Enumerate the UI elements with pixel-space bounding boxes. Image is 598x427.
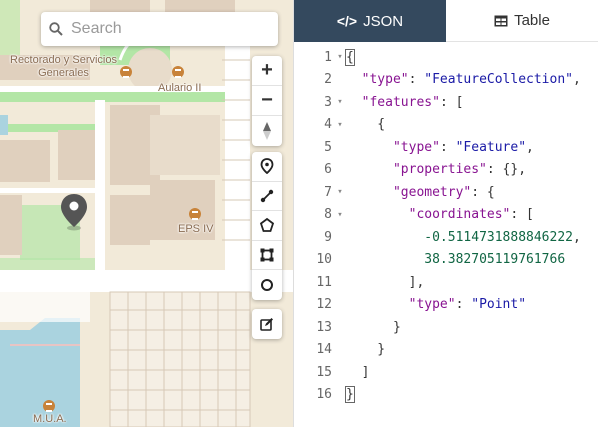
code-line: 15 ]: [294, 361, 598, 384]
line-number: 10: [316, 252, 332, 268]
line-number: 14: [316, 342, 332, 358]
code-text: "type": "Point": [408, 297, 527, 313]
code-text: "properties": {},: [392, 162, 527, 178]
rectangle-icon: [260, 248, 274, 262]
search-icon: [41, 12, 71, 46]
code-line: 7 ▾ "geometry": {: [294, 181, 598, 204]
edit-icon: [260, 318, 273, 331]
code-text: ]: [346, 364, 370, 380]
zoom-out-button[interactable]: −: [252, 86, 282, 116]
side-panel: </> JSON Table 1 ▾ { 2 "type": "FeatureCo…: [293, 0, 598, 427]
tab-table[interactable]: Table: [446, 0, 598, 42]
line-number: 8: [324, 207, 332, 223]
code-line: 3 ▾ "features": [: [294, 91, 598, 114]
polygon-icon: [259, 218, 275, 233]
code-line: 12 "type": "Point": [294, 294, 598, 317]
code-text: "coordinates": [: [408, 207, 534, 223]
code-line: 6 "properties": {},: [294, 159, 598, 182]
line-number: 1: [324, 49, 332, 65]
line-number: 9: [324, 229, 332, 245]
draw-toolbar: [252, 152, 282, 300]
panel-tabs: </> JSON Table: [294, 0, 598, 42]
map-marker-icon: [260, 158, 274, 175]
code-text: }: [346, 319, 401, 335]
code-text: ],: [346, 274, 425, 290]
poi-icon-mua: [43, 400, 55, 412]
fold-toggle-icon[interactable]: ▾: [334, 120, 346, 130]
edit-layers-button[interactable]: [252, 309, 282, 339]
map-label-eps: EPS IV: [178, 223, 214, 235]
fold-toggle-icon[interactable]: ▾: [334, 210, 346, 220]
code-line: 16 }: [294, 384, 598, 407]
fold-toggle-icon[interactable]: ▾: [334, 52, 346, 62]
code-line: 8 ▾ "coordinates": [: [294, 204, 598, 227]
code-text: {: [345, 48, 355, 66]
code-text: "type": "Feature",: [392, 139, 534, 155]
line-number: 13: [316, 319, 332, 335]
map-view[interactable]: Rectorado y Servicios Generales Aulario …: [0, 0, 293, 427]
code-line: 14 }: [294, 339, 598, 362]
map-label-mua: M.U.A.: [33, 413, 67, 425]
point-marker[interactable]: [60, 193, 88, 231]
code-text: "features": [: [361, 94, 464, 110]
code-line: 5 "type": "Feature",: [294, 136, 598, 159]
line-icon: [260, 189, 274, 203]
code-text: }: [345, 386, 355, 404]
zoom-controls: + −: [252, 56, 282, 146]
draw-line-button[interactable]: [252, 182, 282, 212]
line-number: 7: [324, 184, 332, 200]
compass-icon: [263, 122, 271, 140]
code-text: "geometry": {: [392, 184, 495, 200]
code-line: 13 }: [294, 316, 598, 339]
map-marker-icon: [61, 194, 87, 231]
line-number: 15: [316, 364, 332, 380]
line-number: 3: [324, 94, 332, 110]
tab-json-label: JSON: [363, 12, 404, 30]
tab-table-label: Table: [514, 12, 550, 29]
code-text: {: [346, 117, 386, 133]
compass-button[interactable]: [252, 116, 282, 146]
line-number: 5: [324, 139, 332, 155]
map-label-rectorado: Rectorado y Servicios Generales: [10, 54, 117, 79]
code-text: 38.382705119761766: [424, 252, 566, 268]
draw-polygon-button[interactable]: [252, 211, 282, 241]
table-icon: [494, 15, 508, 26]
circle-icon: [261, 279, 273, 292]
poi-icon-rectorado: [120, 66, 132, 78]
fold-toggle-icon[interactable]: ▾: [334, 97, 346, 107]
code-line: 2 "type": "FeatureCollection",: [294, 69, 598, 92]
poi-icon-aulario: [172, 66, 184, 78]
line-number: 4: [324, 117, 332, 133]
code-line: 1 ▾ {: [294, 46, 598, 69]
tab-json[interactable]: </> JSON: [294, 0, 446, 42]
code-icon: </>: [336, 13, 358, 29]
code-text: }: [346, 342, 386, 358]
zoom-in-button[interactable]: +: [252, 56, 282, 86]
search-box[interactable]: [41, 12, 278, 46]
line-number: 12: [316, 297, 332, 313]
draw-rectangle-button[interactable]: [252, 241, 282, 271]
code-line: 11 ],: [294, 271, 598, 294]
line-number: 16: [316, 387, 332, 403]
json-editor[interactable]: 1 ▾ { 2 "type": "FeatureCollection", 3 ▾ "…: [294, 42, 598, 427]
code-line: 4 ▾ {: [294, 114, 598, 137]
search-input[interactable]: [71, 20, 261, 38]
map-label-aulario: Aulario II: [158, 82, 202, 94]
line-number: 11: [316, 274, 332, 290]
code-line: 9 -0.5114731888846222,: [294, 226, 598, 249]
code-line: 10 38.382705119761766: [294, 249, 598, 272]
code-text: "type": "FeatureCollection",: [361, 72, 581, 88]
draw-circle-button[interactable]: [252, 270, 282, 300]
fold-toggle-icon[interactable]: ▾: [334, 187, 346, 197]
line-number: 2: [324, 72, 332, 88]
code-text: -0.5114731888846222,: [424, 229, 581, 245]
line-number: 6: [324, 162, 332, 178]
draw-point-button[interactable]: [252, 152, 282, 182]
poi-icon-eps: [189, 208, 201, 220]
